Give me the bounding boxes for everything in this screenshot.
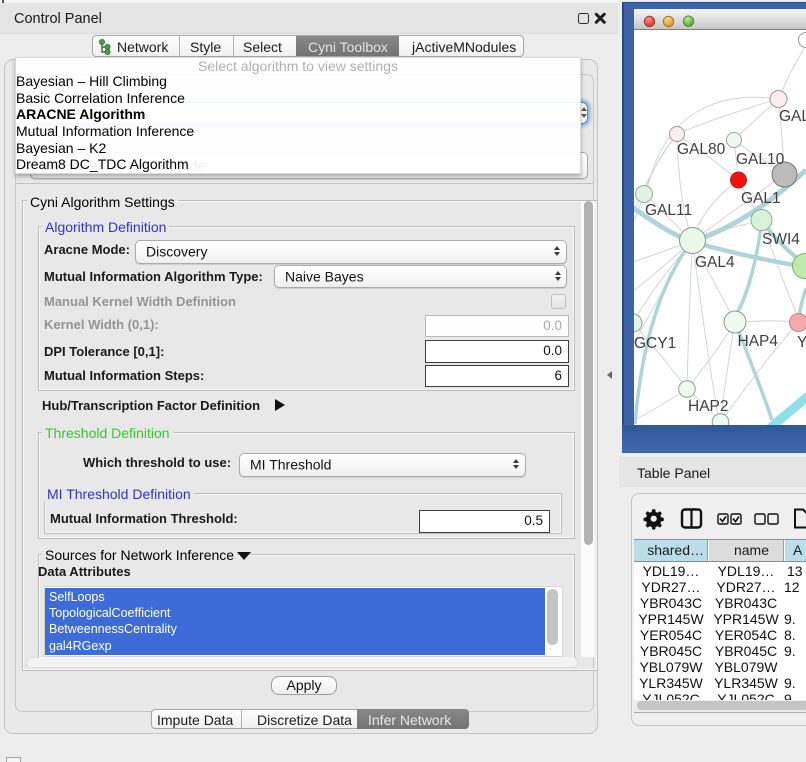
svg-text:YM: YM [797,334,806,351]
svg-text:GAL10: GAL10 [736,151,785,168]
svg-text:GCY1: GCY1 [634,335,676,352]
svg-text:GAL1: GAL1 [741,190,781,207]
svg-text:HAP4: HAP4 [738,333,779,350]
svg-text:SWI4: SWI4 [762,231,800,248]
svg-text:GAL4: GAL4 [695,254,735,271]
svg-text:GAL80: GAL80 [677,141,726,158]
svg-text:GAL7: GAL7 [779,108,806,125]
svg-text:GAL11: GAL11 [645,202,692,219]
svg-text:HAP2: HAP2 [688,398,729,415]
